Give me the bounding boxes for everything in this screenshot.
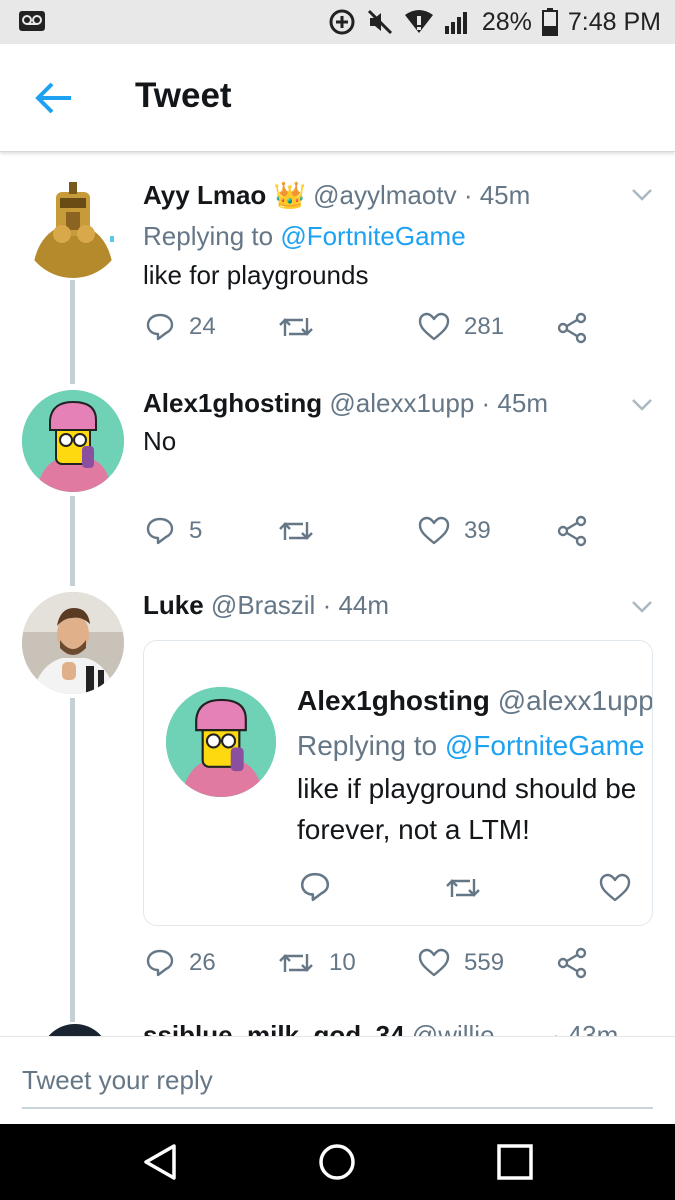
- user-handle[interactable]: @ayylmaotv: [313, 180, 456, 210]
- tweet-body: like for playgrounds: [143, 260, 369, 290]
- reply-button[interactable]: 26: [145, 948, 216, 978]
- display-name[interactable]: Ayy Lmao: [143, 180, 266, 210]
- tweet-header: Luke @Braszil · 44m: [143, 590, 389, 621]
- back-triangle-icon[interactable]: [140, 1124, 180, 1200]
- reply-count: 24: [189, 313, 216, 340]
- share-icon: [557, 515, 587, 547]
- user-handle[interactable]: @willie: [412, 1020, 495, 1036]
- retweet-icon: [279, 522, 313, 540]
- tweet-header: Alex1ghosting @alexx1upp · 45m: [143, 388, 548, 419]
- back-arrow-icon[interactable]: [34, 81, 74, 120]
- avatar[interactable]: [40, 1024, 110, 1036]
- crown-emoji: 👑: [273, 180, 306, 210]
- replying-to: Replying to @FortniteGame: [143, 221, 466, 252]
- android-nav-bar: [0, 1124, 675, 1200]
- quoted-body-line: like if playground should be: [297, 773, 637, 804]
- reply-icon: [299, 871, 331, 903]
- like-button[interactable]: 281: [418, 312, 504, 342]
- share-icon: [557, 312, 587, 344]
- retweet-icon: [279, 954, 313, 972]
- tweet-time: · 45m: [463, 180, 531, 210]
- like-count: 39: [464, 517, 491, 544]
- share-button[interactable]: [556, 312, 588, 344]
- reply-icon: [146, 313, 174, 341]
- clock: 7:48 PM: [567, 7, 661, 36]
- user-handle[interactable]: @alexx1upp: [329, 388, 474, 418]
- display-name[interactable]: Luke: [143, 590, 204, 620]
- tweet-time: · 43m: [551, 1020, 619, 1036]
- like-count: 559: [464, 949, 505, 976]
- tweet-time: · 45m: [481, 388, 549, 418]
- reply-count: 5: [189, 517, 203, 544]
- app-header: Tweet: [0, 44, 675, 152]
- reply-button[interactable]: 24: [145, 312, 216, 342]
- replying-to-label: Replying to: [297, 730, 438, 761]
- mention-link[interactable]: @FortniteGame: [280, 221, 465, 251]
- tweet-header: Ayy Lmao 👑 @ayylmaotv · 45m: [143, 180, 530, 211]
- retweet-count: 10: [329, 949, 356, 976]
- battery-icon: [541, 8, 558, 36]
- share-icon: [557, 947, 587, 979]
- quoted-header: Alex1ghosting @alexx1upp: [297, 685, 652, 717]
- heart-icon: [418, 312, 450, 341]
- reply-count: 26: [189, 949, 216, 976]
- home-circle-icon[interactable]: [317, 1124, 357, 1200]
- tweet-body: No: [143, 426, 177, 456]
- heart-icon: [418, 948, 450, 977]
- avatar[interactable]: [22, 176, 124, 278]
- avatar[interactable]: [166, 687, 276, 797]
- thread-line: [70, 280, 75, 384]
- mention-link[interactable]: @FortniteGame: [445, 730, 645, 761]
- retweet-icon: [279, 318, 313, 336]
- share-button[interactable]: [556, 947, 588, 979]
- quoted-tweet[interactable]: Alex1ghosting @alexx1upp Replying to @Fo…: [143, 640, 653, 926]
- user-handle[interactable]: @Braszil: [211, 590, 315, 620]
- like-button[interactable]: 559: [418, 948, 504, 978]
- reply-icon: [146, 517, 174, 545]
- status-bar: 28% 7:48 PM: [0, 0, 675, 44]
- recents-square-icon[interactable]: [495, 1124, 535, 1200]
- reply-composer: Tweet your reply: [0, 1036, 675, 1124]
- reply-input[interactable]: Tweet your reply: [22, 1061, 653, 1109]
- avatar[interactable]: [22, 592, 124, 694]
- heart-icon: [599, 873, 631, 903]
- reply-button[interactable]: 5: [145, 516, 202, 546]
- display-name[interactable]: Alex1ghosting: [143, 388, 322, 418]
- chevron-down-icon[interactable]: [631, 600, 653, 619]
- thread-line: [70, 496, 75, 586]
- quoted-body-line: forever, not a LTM!: [297, 814, 530, 845]
- retweet-button[interactable]: 10: [277, 948, 356, 978]
- chevron-down-icon[interactable]: [631, 188, 653, 207]
- wifi-icon: [404, 9, 434, 35]
- tweet-feed[interactable]: Ayy Lmao 👑 @ayylmaotv · 45m Replying to …: [0, 152, 675, 1036]
- battery-percent: 28%: [481, 7, 532, 36]
- like-button[interactable]: 39: [418, 516, 491, 546]
- tweet-time: · 44m: [322, 590, 390, 620]
- user-handle[interactable]: @alexx1upp: [498, 685, 652, 716]
- chevron-down-icon[interactable]: [631, 398, 653, 417]
- like-count: 281: [464, 313, 505, 340]
- mute-icon: [366, 8, 394, 36]
- retweet-icon: [444, 873, 482, 903]
- reply-icon: [146, 949, 174, 977]
- page-title: Tweet: [135, 76, 232, 115]
- thread-line: [70, 698, 75, 1022]
- tweet-header: ssiblue_milk_god_34 @willie · 43m: [143, 1020, 618, 1036]
- display-name[interactable]: ssiblue_milk_god_34: [143, 1020, 405, 1036]
- heart-icon: [418, 516, 450, 545]
- share-button[interactable]: [556, 515, 588, 547]
- signal-icon: [444, 8, 472, 36]
- display-name[interactable]: Alex1ghosting: [297, 685, 490, 716]
- avatar[interactable]: [22, 390, 124, 492]
- replying-to-label: Replying to: [143, 221, 274, 251]
- data-saver-icon: [328, 8, 356, 36]
- retweet-button[interactable]: [277, 516, 315, 546]
- retweet-button[interactable]: [277, 312, 315, 342]
- voicemail-icon: [18, 10, 46, 39]
- replying-to: Replying to @FortniteGame: [297, 730, 644, 762]
